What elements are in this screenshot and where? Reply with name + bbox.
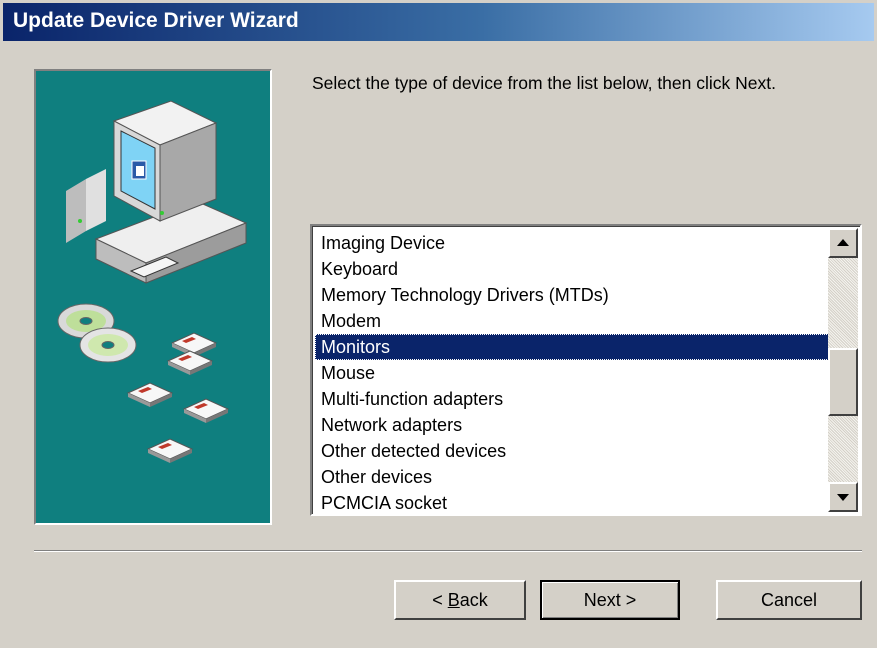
list-item[interactable]: Keyboard xyxy=(315,256,829,282)
back-button-mnemonic: B xyxy=(447,589,460,610)
up-arrow-icon xyxy=(837,239,849,246)
list-item[interactable]: Memory Technology Drivers (MTDs) xyxy=(315,282,829,308)
back-button-prefix: < xyxy=(432,589,448,610)
back-button-rest: ack xyxy=(459,589,488,610)
list-item[interactable]: Monitors xyxy=(315,334,829,360)
computer-icon xyxy=(66,100,248,284)
scroll-up-button[interactable] xyxy=(828,228,858,258)
floppy-disk-icon xyxy=(126,332,230,463)
device-list-items: Imaging Device Keyboard Memory Technology … xyxy=(315,230,829,516)
list-item[interactable]: Modem xyxy=(315,308,829,334)
scroll-thumb[interactable] xyxy=(828,348,858,416)
down-arrow-icon xyxy=(837,494,849,501)
device-type-list[interactable]: Imaging Device Keyboard Memory Technology … xyxy=(310,224,862,516)
list-item[interactable]: Other devices xyxy=(315,464,829,490)
next-button[interactable]: Next > xyxy=(540,580,680,620)
list-item[interactable]: PCMCIA socket xyxy=(315,490,829,516)
cancel-button[interactable]: Cancel xyxy=(716,580,862,620)
instruction-text: Select the type of device from the list … xyxy=(312,73,776,93)
list-item[interactable]: Mouse xyxy=(315,360,829,386)
list-scrollbar[interactable] xyxy=(828,228,858,512)
wizard-illustration xyxy=(34,69,272,525)
cancel-button-label: Cancel xyxy=(760,589,818,610)
next-button-label: Next > xyxy=(583,589,637,610)
cd-icon xyxy=(57,303,137,363)
list-item[interactable]: Other detected devices xyxy=(315,438,829,464)
wizard-window: Update Device Driver Wizard Select the t… xyxy=(0,0,877,648)
list-item[interactable]: Network adapters xyxy=(315,412,829,438)
separator-line xyxy=(34,550,862,552)
list-item[interactable]: Imaging Device xyxy=(315,230,829,256)
title-bar[interactable]: Update Device Driver Wizard xyxy=(3,3,874,41)
scroll-down-button[interactable] xyxy=(828,482,858,512)
window-title: Update Device Driver Wizard xyxy=(13,9,299,32)
back-button[interactable]: < Back xyxy=(394,580,526,620)
list-item[interactable]: Multi-function adapters xyxy=(315,386,829,412)
